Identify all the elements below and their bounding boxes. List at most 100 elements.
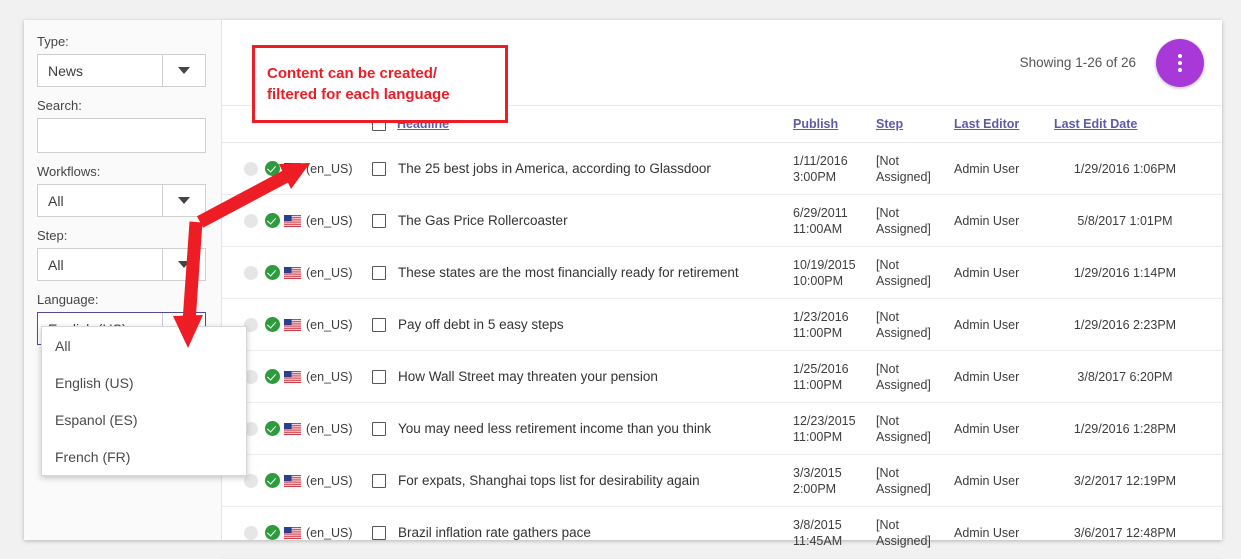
more-actions-button[interactable] bbox=[1156, 39, 1204, 87]
row-checkbox[interactable] bbox=[372, 474, 386, 488]
language-option-english-us[interactable]: English (US) bbox=[42, 364, 246, 401]
cell-editdate: 1/29/2016 2:23PM bbox=[1054, 299, 1222, 351]
step-select-arrow[interactable] bbox=[162, 249, 205, 280]
workflows-select-arrow[interactable] bbox=[162, 185, 205, 216]
headline-text[interactable]: For expats, Shanghai tops list for desir… bbox=[398, 473, 700, 488]
cell-language: (en_US) bbox=[284, 299, 372, 351]
cell-step: [NotAssigned] bbox=[876, 299, 954, 351]
headline-text[interactable]: The 25 best jobs in America, according t… bbox=[398, 161, 711, 176]
us-flag-icon bbox=[284, 215, 301, 227]
publish-date: 3/8/2015 bbox=[793, 517, 876, 533]
table-row[interactable]: (en_US)How Wall Street may threaten your… bbox=[222, 351, 1222, 403]
us-flag-icon bbox=[284, 423, 301, 435]
cell-headline: You may need less retirement income than… bbox=[372, 403, 793, 455]
cell-language: (en_US) bbox=[284, 143, 372, 195]
header-editdate-sort-link[interactable]: Last Edit Date bbox=[1054, 117, 1137, 131]
language-option-all[interactable]: All bbox=[42, 327, 246, 364]
type-select-arrow[interactable] bbox=[162, 55, 205, 86]
publish-date: 1/25/2016 bbox=[793, 361, 876, 377]
step-line-2: Assigned] bbox=[876, 221, 954, 237]
cell-step: [NotAssigned] bbox=[876, 195, 954, 247]
content-table: Headline Publish Step Last Editor Last E… bbox=[222, 105, 1222, 559]
language-code-label: (en_US) bbox=[306, 422, 353, 436]
cell-editdate: 3/8/2017 6:20PM bbox=[1054, 351, 1222, 403]
header-editor-sort-link[interactable]: Last Editor bbox=[954, 117, 1019, 131]
workflows-select[interactable]: All bbox=[37, 184, 206, 217]
headline-text[interactable]: You may need less retirement income than… bbox=[398, 421, 711, 436]
cell-editor: Admin User bbox=[954, 455, 1054, 507]
cell-editor: Admin User bbox=[954, 351, 1054, 403]
cell-editor: Admin User bbox=[954, 507, 1054, 559]
table-row[interactable]: (en_US)Brazil inflation rate gathers pac… bbox=[222, 507, 1222, 559]
edit-date-value: 3/2/2017 12:19PM bbox=[1054, 474, 1222, 488]
row-checkbox[interactable] bbox=[372, 318, 386, 332]
step-line-1: [Not bbox=[876, 309, 954, 325]
gray-dot-icon bbox=[244, 526, 258, 540]
showing-count-label: Showing 1-26 of 26 bbox=[1020, 55, 1136, 70]
headline-text[interactable]: Pay off debt in 5 easy steps bbox=[398, 317, 564, 332]
step-line-2: Assigned] bbox=[876, 481, 954, 497]
cell-step: [NotAssigned] bbox=[876, 351, 954, 403]
step-line-1: [Not bbox=[876, 465, 954, 481]
table-row[interactable]: (en_US) You may need less retirement inco… bbox=[222, 403, 1222, 455]
type-select[interactable]: News bbox=[37, 54, 206, 87]
header-step-sort-link[interactable]: Step bbox=[876, 117, 903, 131]
us-flag-icon bbox=[284, 371, 301, 383]
row-checkbox[interactable] bbox=[372, 214, 386, 228]
headline-text[interactable]: Brazil inflation rate gathers pace bbox=[398, 525, 591, 540]
headline-text[interactable]: These states are the most financially re… bbox=[398, 265, 739, 280]
chevron-down-icon bbox=[178, 67, 190, 74]
cell-step: [NotAssigned] bbox=[876, 143, 954, 195]
table-row[interactable]: (en_US) The 25 best jobs in America, acco… bbox=[222, 143, 1222, 195]
table-row[interactable]: (en_US)For expats, Shanghai tops list fo… bbox=[222, 455, 1222, 507]
editor-name: Admin User bbox=[954, 266, 1054, 280]
step-select[interactable]: All bbox=[37, 248, 206, 281]
cell-step: [NotAssigned] bbox=[876, 403, 954, 455]
edit-date-value: 5/8/2017 1:01PM bbox=[1054, 214, 1222, 228]
table-row[interactable]: (en_US)Pay off debt in 5 easy steps1/23/… bbox=[222, 299, 1222, 351]
headline-text[interactable]: The Gas Price Rollercoaster bbox=[398, 213, 568, 228]
row-checkbox[interactable] bbox=[372, 266, 386, 280]
editor-name: Admin User bbox=[954, 526, 1054, 540]
cell-publish: 1/25/201611:00PM bbox=[793, 351, 876, 403]
publish-time: 10:00PM bbox=[793, 273, 876, 289]
publish-date: 3/3/2015 bbox=[793, 465, 876, 481]
cell-editdate: 5/8/2017 1:01PM bbox=[1054, 195, 1222, 247]
cell-step: [NotAssigned] bbox=[876, 247, 954, 299]
header-publish-sort-link[interactable]: Publish bbox=[793, 117, 838, 131]
language-filter-label: Language: bbox=[37, 292, 206, 307]
annotation-line-1: Content can be created/ bbox=[267, 63, 505, 84]
row-checkbox[interactable] bbox=[372, 526, 386, 540]
cell-editdate: 1/29/2016 1:28PM bbox=[1054, 403, 1222, 455]
workflows-select-value: All bbox=[38, 185, 162, 216]
language-option-french-fr[interactable]: French (FR) bbox=[42, 438, 246, 475]
gray-dot-icon bbox=[244, 266, 258, 280]
cell-language: (en_US) bbox=[284, 247, 372, 299]
editor-name: Admin User bbox=[954, 370, 1054, 384]
cell-headline: Pay off debt in 5 easy steps bbox=[372, 299, 793, 351]
step-line-1: [Not bbox=[876, 517, 954, 533]
table-body: (en_US) The 25 best jobs in America, acco… bbox=[222, 143, 1222, 559]
row-checkbox[interactable] bbox=[372, 422, 386, 436]
row-checkbox[interactable] bbox=[372, 370, 386, 384]
step-line-2: Assigned] bbox=[876, 273, 954, 289]
language-dropdown-list: All English (US) Espanol (ES) French (FR… bbox=[41, 326, 247, 476]
table-row[interactable]: (en_US) These states are the most financi… bbox=[222, 247, 1222, 299]
filter-group-type: Type: News bbox=[37, 34, 206, 87]
chevron-down-icon bbox=[178, 197, 190, 204]
green-check-icon bbox=[265, 421, 280, 436]
cell-status bbox=[222, 195, 284, 247]
cell-headline: The 25 best jobs in America, according t… bbox=[372, 143, 793, 195]
cell-status bbox=[222, 247, 284, 299]
search-input[interactable] bbox=[37, 118, 206, 153]
publish-date: 10/19/2015 bbox=[793, 257, 876, 273]
language-option-espanol-es[interactable]: Espanol (ES) bbox=[42, 401, 246, 438]
row-checkbox[interactable] bbox=[372, 162, 386, 176]
headline-text[interactable]: How Wall Street may threaten your pensio… bbox=[398, 369, 658, 384]
step-line-2: Assigned] bbox=[876, 325, 954, 341]
publish-time: 11:00PM bbox=[793, 325, 876, 341]
us-flag-icon bbox=[284, 163, 301, 175]
vertical-dots-icon bbox=[1178, 68, 1182, 72]
table-row[interactable]: (en_US)The Gas Price Rollercoaster6/29/2… bbox=[222, 195, 1222, 247]
step-line-1: [Not bbox=[876, 361, 954, 377]
